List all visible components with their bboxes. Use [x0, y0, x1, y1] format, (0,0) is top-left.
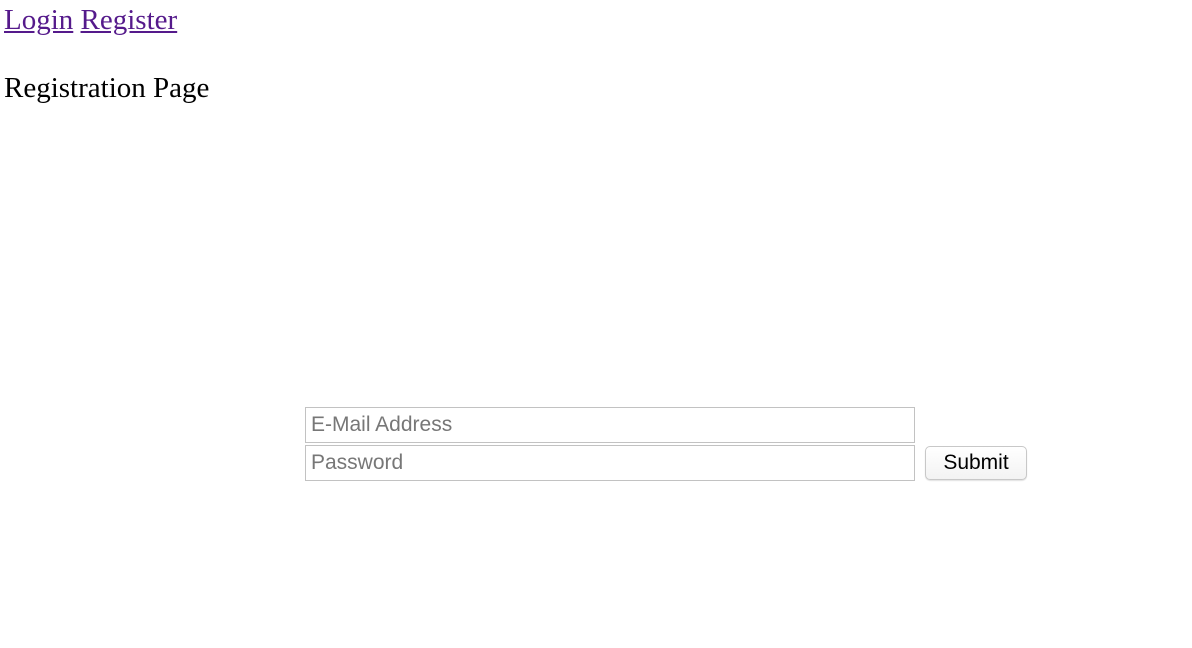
submit-button[interactable]: Submit	[925, 446, 1027, 480]
password-field[interactable]	[305, 445, 915, 481]
page-title: Registration Page	[4, 72, 210, 104]
register-link[interactable]: Register	[81, 4, 178, 36]
registration-form: Submit	[305, 407, 1030, 483]
email-field[interactable]	[305, 407, 915, 443]
login-link[interactable]: Login	[4, 4, 73, 36]
top-nav: Login Register	[4, 2, 177, 38]
